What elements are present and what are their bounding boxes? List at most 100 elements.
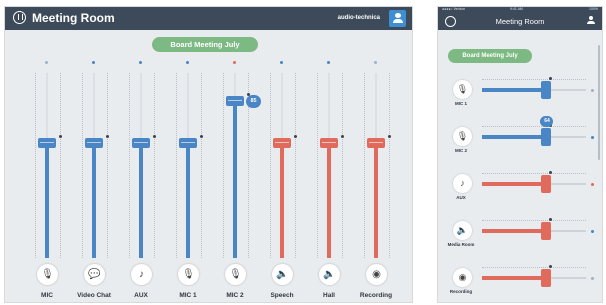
channel-label: MIC 1	[454, 101, 467, 106]
level-scale	[482, 79, 586, 81]
channel-label: MIC 2	[454, 148, 467, 153]
channel-label: MIC 1	[179, 292, 197, 299]
fader-knob[interactable]	[132, 138, 150, 149]
channel-strip: 85 🎙 MIC 2	[217, 61, 261, 302]
level-scale	[482, 267, 586, 269]
level-scale	[35, 73, 37, 258]
signal-led	[233, 61, 236, 64]
signal-led	[280, 61, 283, 64]
fader-fill	[327, 143, 331, 258]
signal-led	[591, 230, 594, 233]
level-scale	[482, 220, 586, 222]
phone-app: ●●●●○ Verizon 9:41 AM 100% Meeting Room …	[437, 6, 603, 303]
music-note-icon[interactable]: ♪	[453, 174, 472, 193]
level-scale	[295, 73, 297, 258]
channel-strip: 🎙 MIC 1	[170, 61, 212, 302]
level-scale	[82, 73, 84, 258]
level-scale	[270, 73, 272, 258]
signal-led	[45, 61, 48, 64]
channel-label: Recording	[449, 289, 473, 294]
fader-knob[interactable]	[541, 222, 552, 240]
fader-knob[interactable]	[541, 81, 552, 99]
fader-fill	[482, 229, 547, 233]
user-icon	[586, 16, 595, 24]
meeting-name-pill[interactable]: Board Meeting July	[448, 49, 532, 63]
channel-row: ◉ Recording	[438, 261, 602, 301]
fader-knob[interactable]	[541, 128, 552, 146]
chat-icon[interactable]: 💬	[84, 264, 105, 285]
channel-row: 64 🎙 MIC 2	[438, 116, 602, 160]
fader-knob[interactable]	[367, 138, 385, 149]
record-icon[interactable]: ◉	[366, 264, 387, 285]
level-scale	[154, 73, 156, 258]
fader-value-badge: 85	[246, 94, 261, 108]
mic-icon[interactable]: 🎙	[453, 127, 472, 146]
channel-label: Media Room	[447, 242, 475, 247]
level-scale	[317, 73, 319, 258]
mic-icon[interactable]: 🎙	[225, 264, 246, 285]
signal-led	[186, 61, 189, 64]
level-scale	[223, 73, 225, 258]
fader-fill	[92, 143, 96, 258]
channel-label: AUX	[456, 195, 466, 200]
channel-row: 🔈 Media Room	[438, 214, 602, 254]
mic-icon[interactable]: 🎙	[37, 264, 58, 285]
fader-knob[interactable]	[541, 175, 552, 193]
signal-led	[591, 183, 594, 186]
speaker-icon[interactable]: 🔈	[319, 264, 340, 285]
level-scale	[342, 73, 344, 258]
carrier: ●●●●○ Verizon	[442, 7, 466, 11]
fader-knob[interactable]	[179, 138, 197, 149]
channel-label: MIC 2	[226, 292, 244, 299]
fader-knob[interactable]	[320, 138, 338, 149]
user-button[interactable]	[585, 16, 596, 27]
fader-fill	[482, 135, 547, 139]
fader-fill	[482, 88, 547, 92]
speaker-icon[interactable]: 🔈	[453, 221, 472, 240]
level-scale	[107, 73, 109, 258]
fader-fill	[482, 276, 547, 280]
level-scale	[364, 73, 366, 258]
tablet-app: Meeting Room audio-technica Board Meetin…	[4, 6, 413, 303]
record-icon[interactable]: ◉	[453, 268, 472, 287]
fader-knob[interactable]	[85, 138, 103, 149]
clock: 9:41 AM	[510, 7, 523, 11]
channel-strip: ♪ AUX	[123, 61, 165, 302]
fader-knob[interactable]	[226, 95, 244, 106]
signal-led	[374, 61, 377, 64]
channel-row: 🎙 MIC 1	[438, 73, 602, 113]
channel-label: Video Chat	[77, 292, 111, 299]
signal-led	[591, 89, 594, 92]
signal-led	[327, 61, 330, 64]
fader-fill	[139, 143, 143, 258]
level-scale	[482, 173, 586, 175]
speaker-icon[interactable]: 🔈	[272, 264, 293, 285]
channel-label: MIC	[41, 292, 53, 299]
channel-strip: 💬 Video Chat	[76, 61, 118, 302]
level-scale	[389, 73, 391, 258]
fader-knob[interactable]	[273, 138, 291, 149]
channel-label: Speech	[270, 292, 294, 299]
level-scale	[482, 126, 586, 128]
signal-led	[92, 61, 95, 64]
channel-strip: 🔈 Hall	[311, 61, 353, 302]
fader-fill	[233, 100, 237, 258]
fader-fill	[374, 143, 378, 258]
channel-label: Recording	[359, 292, 393, 299]
music-note-icon[interactable]: ♪	[131, 264, 152, 285]
fader-knob[interactable]	[541, 269, 552, 287]
app-title: Meeting Room	[495, 17, 545, 26]
app-header: Meeting Room	[438, 13, 602, 30]
channel-strip: ◉ Recording	[358, 61, 400, 302]
mic-icon[interactable]: 🎙	[178, 264, 199, 285]
fader-fill	[45, 143, 49, 258]
level-scale	[176, 73, 178, 258]
fader-knob[interactable]	[38, 138, 56, 149]
level-scale	[129, 73, 131, 258]
level-scale	[60, 73, 62, 258]
fader-fill	[482, 182, 547, 186]
mic-icon[interactable]: 🎙	[453, 80, 472, 99]
channel-strip: 🔈 Speech	[264, 61, 306, 302]
channel-row: ♪ AUX	[438, 167, 602, 207]
fader-fill	[186, 143, 190, 258]
